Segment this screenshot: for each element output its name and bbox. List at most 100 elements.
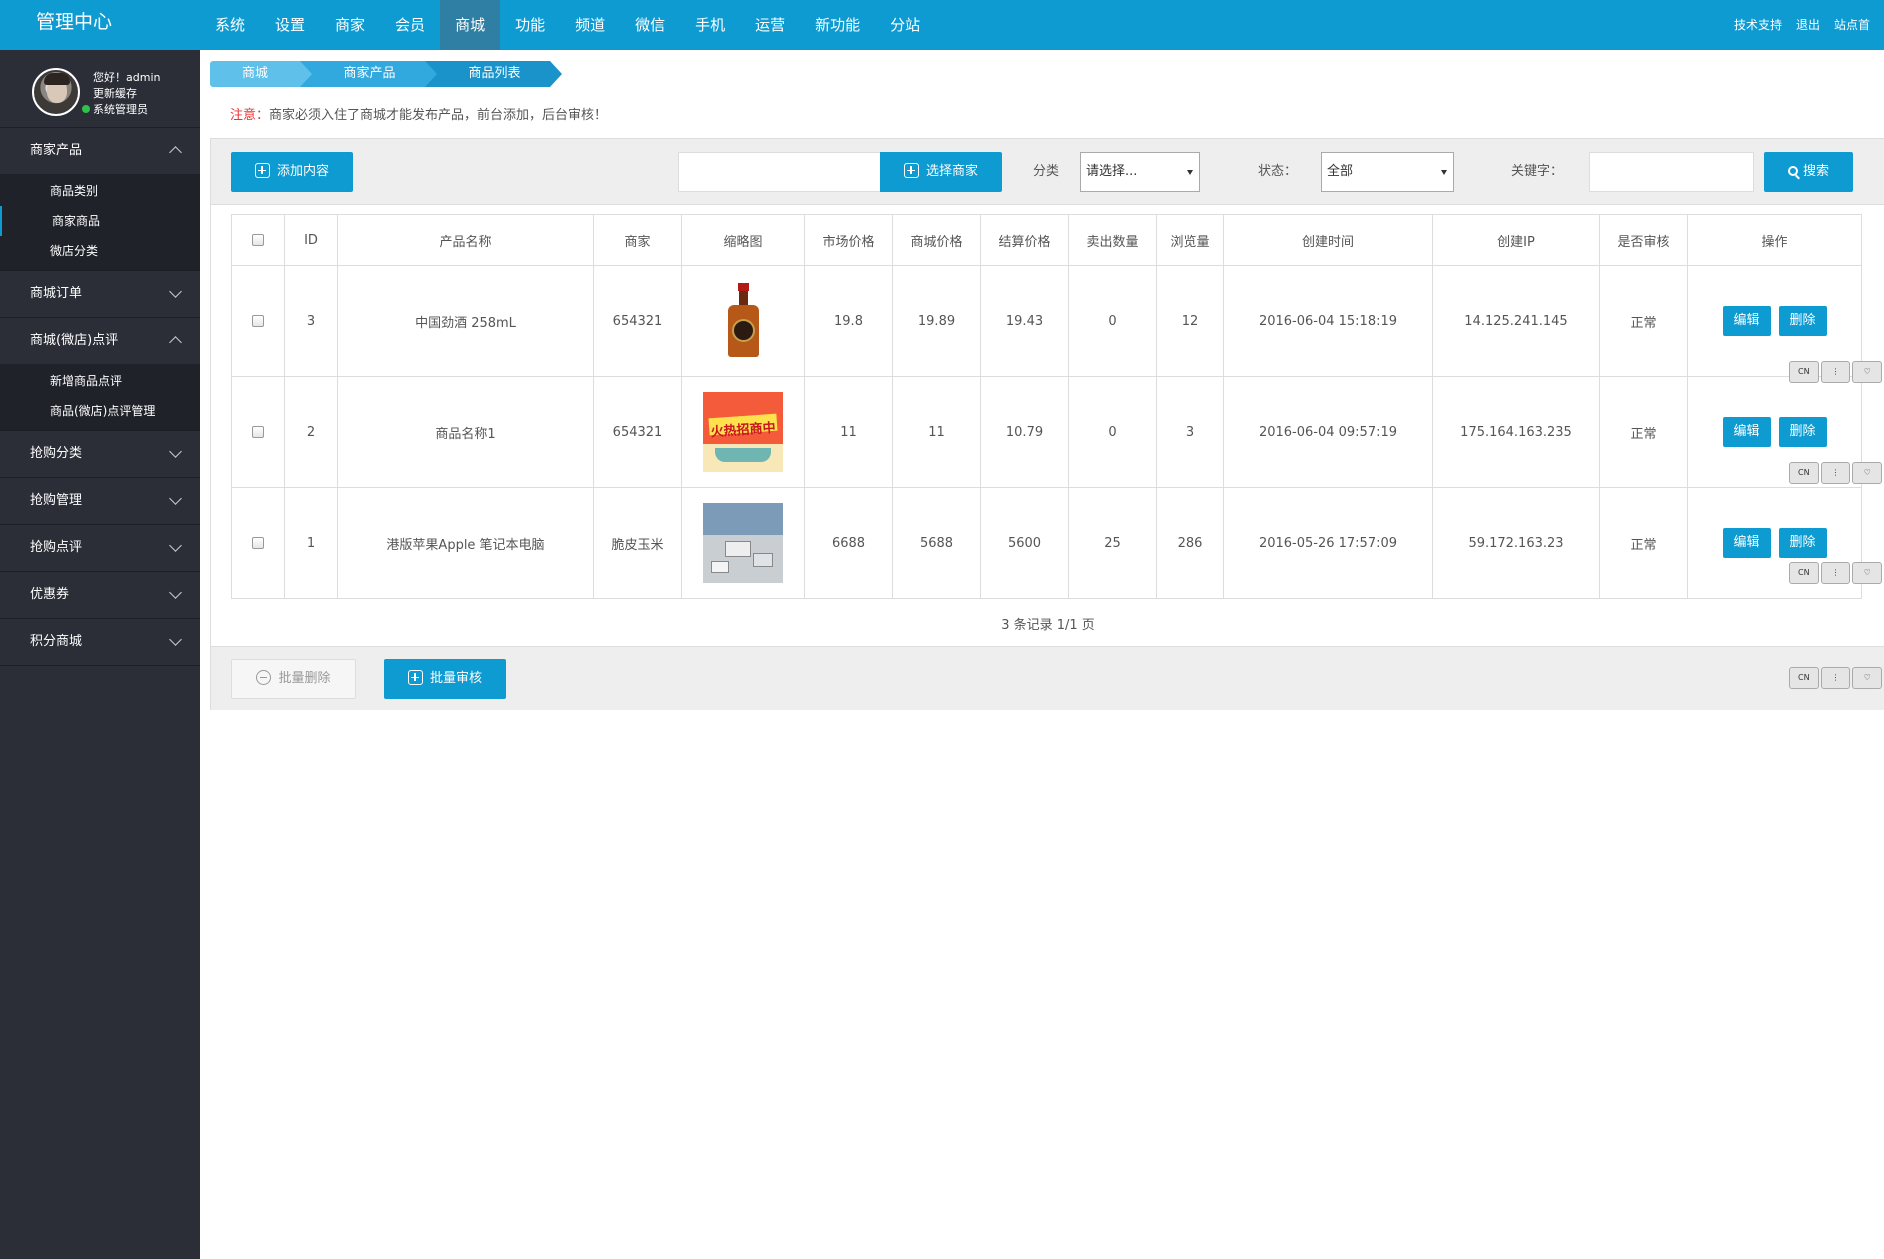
breadcrumb-mall[interactable]: 商城	[210, 61, 312, 87]
promo-banner-thumbnail[interactable]: 火热招商中	[703, 392, 783, 472]
merchant-input[interactable]	[678, 152, 890, 192]
column-header: 浏览量	[1156, 214, 1224, 266]
nav-system[interactable]: 系统	[200, 0, 260, 50]
cell-ip: 59.172.163.23	[1432, 487, 1600, 599]
select-merchant-button[interactable]: 选择商家	[880, 152, 1002, 192]
more-icon[interactable]: ⋮	[1820, 361, 1851, 383]
edit-button[interactable]: 编辑	[1722, 528, 1771, 558]
cell-id: 1	[284, 487, 338, 599]
nav-new-features[interactable]: 新功能	[800, 0, 875, 50]
delete-button[interactable]: 删除	[1778, 528, 1827, 558]
row-checkbox[interactable]	[252, 315, 264, 327]
sidebar-group-label: 优惠券	[30, 587, 70, 602]
sidebar-group-merchant-products: 商家产品 商品类别 商家商品 微店分类	[0, 128, 200, 271]
search-button[interactable]: 搜索	[1764, 152, 1853, 192]
nav-channel[interactable]: 频道	[560, 0, 620, 50]
category-label: 分类	[1033, 164, 1060, 179]
row-checkbox[interactable]	[252, 426, 264, 438]
column-header: ID	[284, 214, 338, 266]
sidebar-group-head[interactable]: 优惠券	[0, 572, 200, 618]
cell-thumb	[681, 487, 805, 599]
cell-name: 中国劲酒 258mL	[337, 265, 594, 377]
column-header: 市场价格	[804, 214, 893, 266]
sidebar-group-head[interactable]: 抢购分类	[0, 431, 200, 477]
status-select[interactable]: 全部	[1321, 152, 1454, 192]
keyword-input[interactable]	[1589, 152, 1754, 192]
sidebar-item-shop-category[interactable]: 微店分类	[0, 236, 200, 266]
nav-substation[interactable]: 分站	[875, 0, 935, 50]
notice-label: 注意：	[230, 108, 270, 123]
toolbar: 添加内容 选择商家 分类 请选择... 状态： 全部 关键字： 搜索	[211, 139, 1884, 205]
nav-operation[interactable]: 运营	[740, 0, 800, 50]
cell-name: 商品名称1	[337, 376, 594, 488]
chevron-down-icon	[169, 285, 182, 298]
breadcrumb-merchant-products[interactable]: 商家产品	[300, 61, 437, 87]
chevron-up-icon	[169, 146, 182, 159]
sidebar-item-merchant-products[interactable]: 商家商品	[0, 206, 200, 236]
lang-toggle-button[interactable]: CN	[1789, 562, 1819, 584]
sidebar-group-head[interactable]: 商城(微店)点评	[0, 318, 200, 364]
more-icon[interactable]: ⋮	[1820, 462, 1851, 484]
pagination-info: 3 条记录 1/1 页	[1001, 618, 1095, 633]
batch-approve-button[interactable]: 批量审核	[384, 659, 506, 699]
laptop-photo-thumbnail[interactable]	[703, 503, 783, 583]
heart-icon[interactable]: ♡	[1852, 361, 1883, 383]
batch-delete-label: 批量删除	[278, 671, 331, 686]
logout-link[interactable]: 退出	[1796, 0, 1820, 50]
sidebar-group-label: 积分商城	[30, 634, 83, 649]
nav-wechat[interactable]: 微信	[620, 0, 680, 50]
select-all-checkbox[interactable]	[252, 234, 264, 246]
tech-support-link[interactable]: 技术支持	[1734, 0, 1782, 50]
sidebar-item-add-review[interactable]: 新增商品点评	[0, 366, 200, 396]
heart-icon[interactable]: ♡	[1852, 462, 1883, 484]
sidebar-group-head[interactable]: 抢购点评	[0, 525, 200, 571]
column-header: 卖出数量	[1068, 214, 1157, 266]
column-header: 结算价格	[980, 214, 1069, 266]
lang-toggle-button[interactable]: CN	[1789, 462, 1819, 484]
cell-settle-price: 10.79	[980, 376, 1069, 488]
chevron-down-icon	[169, 445, 182, 458]
sidebar-group-head[interactable]: 商家产品	[0, 128, 200, 174]
sidebar-item-review-management[interactable]: 商品(微店)点评管理	[0, 396, 200, 426]
more-icon[interactable]: ⋮	[1820, 667, 1851, 689]
sidebar-group-label: 抢购分类	[30, 446, 83, 461]
sidebar-group-head[interactable]: 抢购管理	[0, 478, 200, 524]
refresh-cache-link[interactable]: 更新缓存	[93, 86, 160, 102]
cell-sold: 25	[1068, 487, 1157, 599]
floating-widget: CN ⋮ ♡	[1789, 562, 1884, 584]
more-icon[interactable]: ⋮	[1820, 562, 1851, 584]
nav-function[interactable]: 功能	[500, 0, 560, 50]
sidebar-submenu: 商品类别 商家商品 微店分类	[0, 174, 200, 270]
delete-button[interactable]: 删除	[1778, 417, 1827, 447]
heart-icon[interactable]: ♡	[1852, 562, 1883, 584]
liquor-bottle-thumbnail[interactable]	[703, 281, 783, 361]
edit-button[interactable]: 编辑	[1722, 417, 1771, 447]
nav-member[interactable]: 会员	[380, 0, 440, 50]
nav-mobile[interactable]: 手机	[680, 0, 740, 50]
heart-icon[interactable]: ♡	[1852, 667, 1883, 689]
sidebar-group-head[interactable]: 商城订单	[0, 271, 200, 317]
cell-thumb	[681, 265, 805, 377]
cell-merchant: 脆皮玉米	[593, 487, 682, 599]
nav-settings[interactable]: 设置	[260, 0, 320, 50]
add-content-button[interactable]: 添加内容	[231, 152, 353, 192]
cell-settle-price: 19.43	[980, 265, 1069, 377]
nav-mall[interactable]: 商城	[440, 0, 501, 50]
batch-delete-button[interactable]: 批量删除	[231, 659, 356, 699]
nav-merchant[interactable]: 商家	[320, 0, 380, 50]
cell-id: 3	[284, 265, 338, 377]
row-checkbox[interactable]	[252, 537, 264, 549]
sidebar-group-head[interactable]: 积分商城	[0, 619, 200, 665]
category-select[interactable]: 请选择...	[1080, 152, 1200, 192]
breadcrumb-product-list: 商品列表	[425, 61, 562, 87]
select-merchant-label: 选择商家	[925, 164, 978, 179]
lang-toggle-button[interactable]: CN	[1789, 361, 1819, 383]
edit-button[interactable]: 编辑	[1722, 306, 1771, 336]
sidebar-group-label: 商家产品	[30, 143, 83, 158]
site-home-link[interactable]: 站点首	[1834, 0, 1870, 50]
delete-button[interactable]: 删除	[1778, 306, 1827, 336]
table-header-row: ID 产品名称 商家 缩略图 市场价格 商城价格 结算价格 卖出数量 浏览量 创…	[231, 214, 1862, 266]
floating-widget: CN ⋮ ♡	[1789, 462, 1884, 484]
sidebar-item-product-category[interactable]: 商品类别	[0, 176, 200, 206]
lang-toggle-button[interactable]: CN	[1789, 667, 1819, 689]
